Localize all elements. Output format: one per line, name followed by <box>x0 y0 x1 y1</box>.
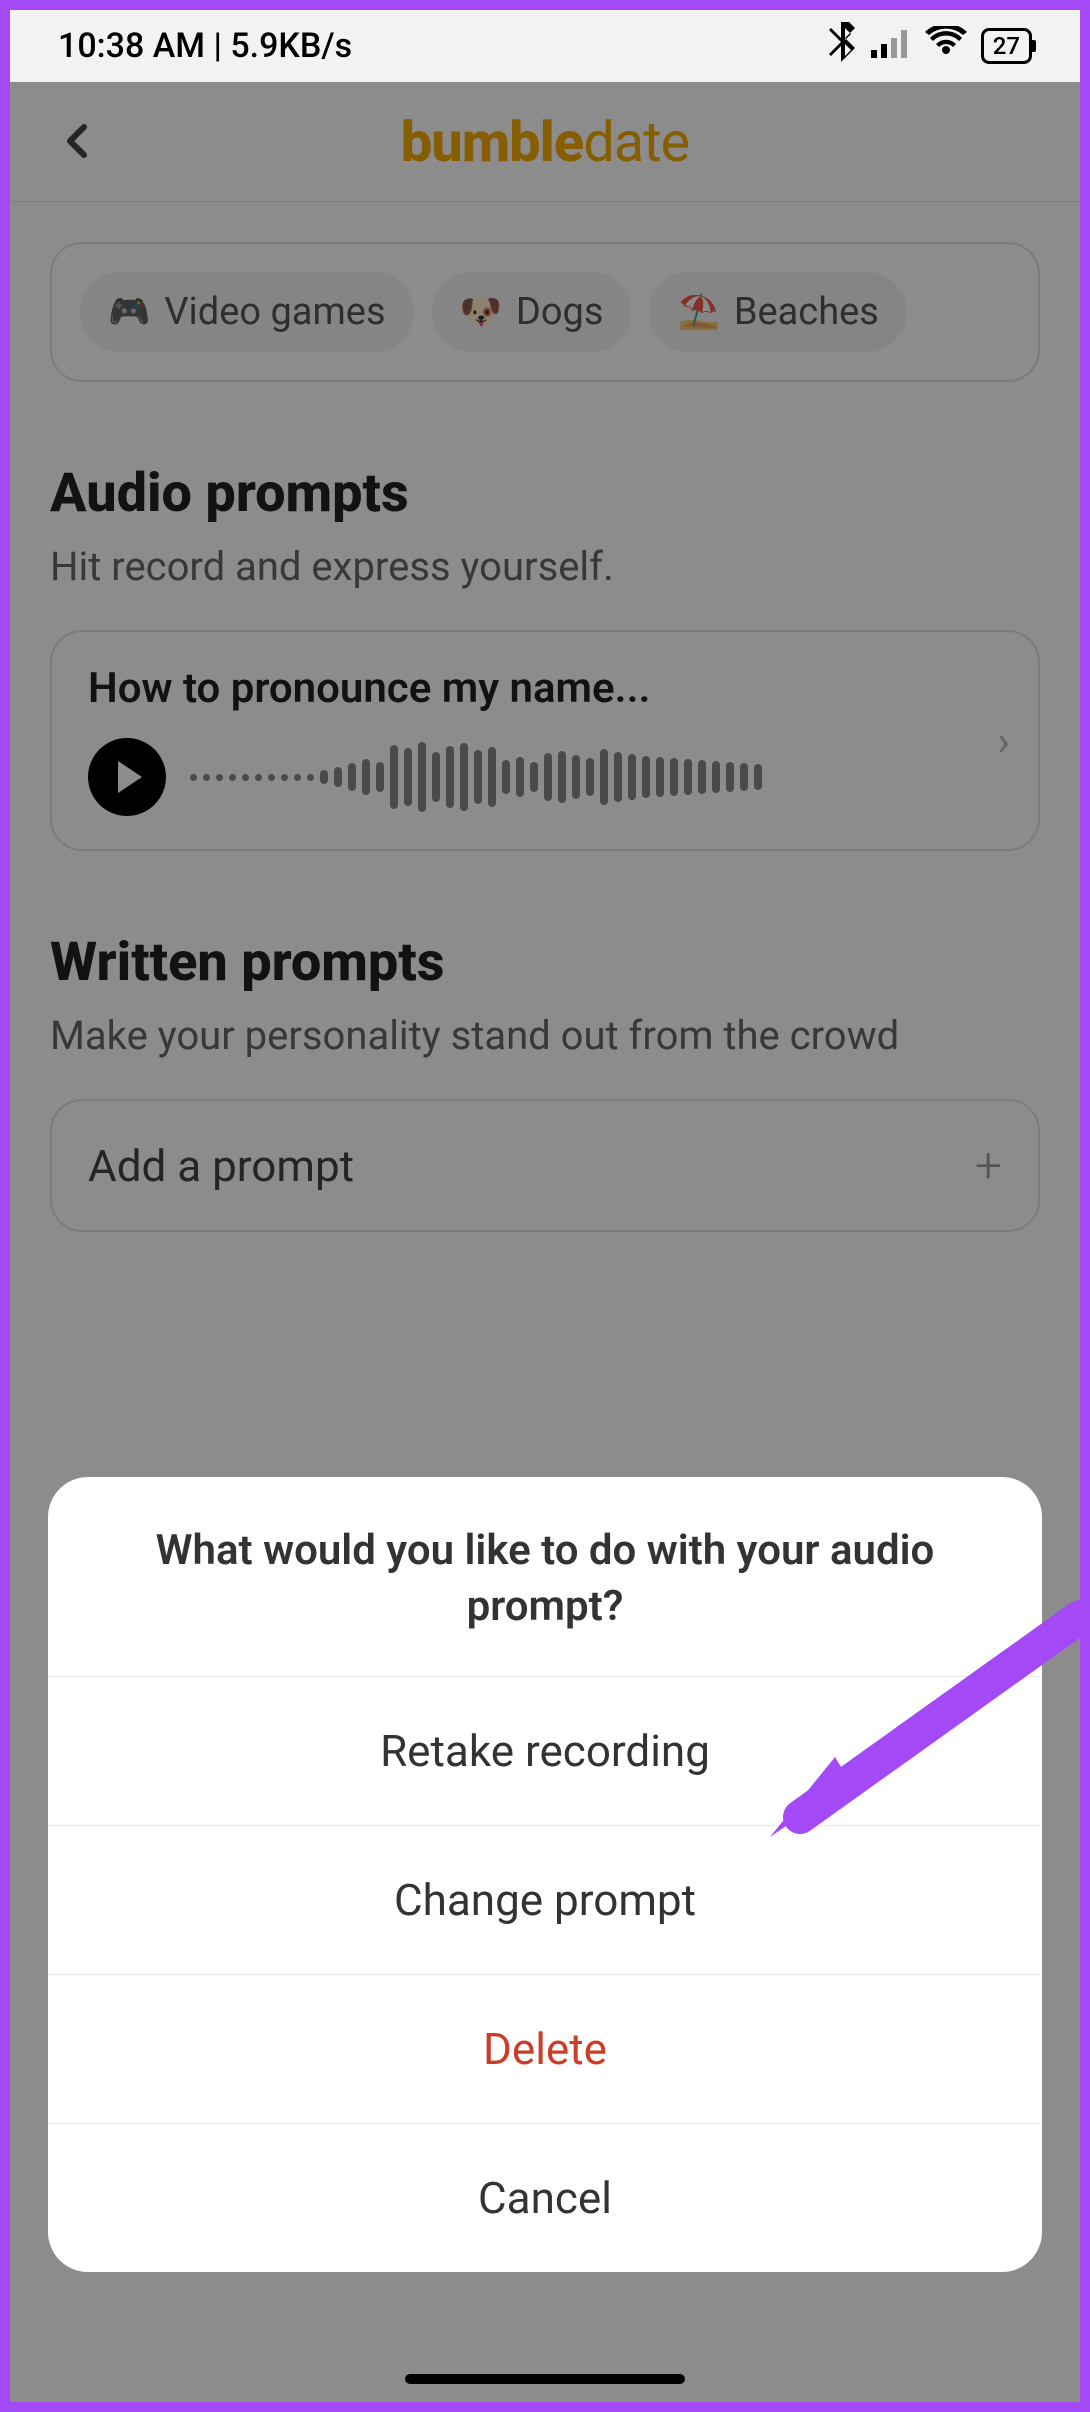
status-icons: 27 <box>829 22 1032 71</box>
retake-recording-button[interactable]: Retake recording <box>48 1677 1042 1826</box>
cancel-button[interactable]: Cancel <box>48 2124 1042 2272</box>
bluetooth-icon <box>829 22 857 71</box>
status-time: 10:38 AM | 5.9KB/s <box>58 26 352 66</box>
home-indicator[interactable] <box>405 2374 685 2384</box>
status-bar: 10:38 AM | 5.9KB/s 27 <box>10 10 1080 82</box>
sheet-title: What would you like to do with your audi… <box>48 1477 1042 1677</box>
wifi-icon <box>925 26 967 67</box>
cellular-icon <box>871 26 911 67</box>
action-sheet: What would you like to do with your audi… <box>48 1477 1042 2272</box>
change-prompt-button[interactable]: Change prompt <box>48 1826 1042 1975</box>
delete-button[interactable]: Delete <box>48 1975 1042 2124</box>
battery-icon: 27 <box>981 28 1032 64</box>
